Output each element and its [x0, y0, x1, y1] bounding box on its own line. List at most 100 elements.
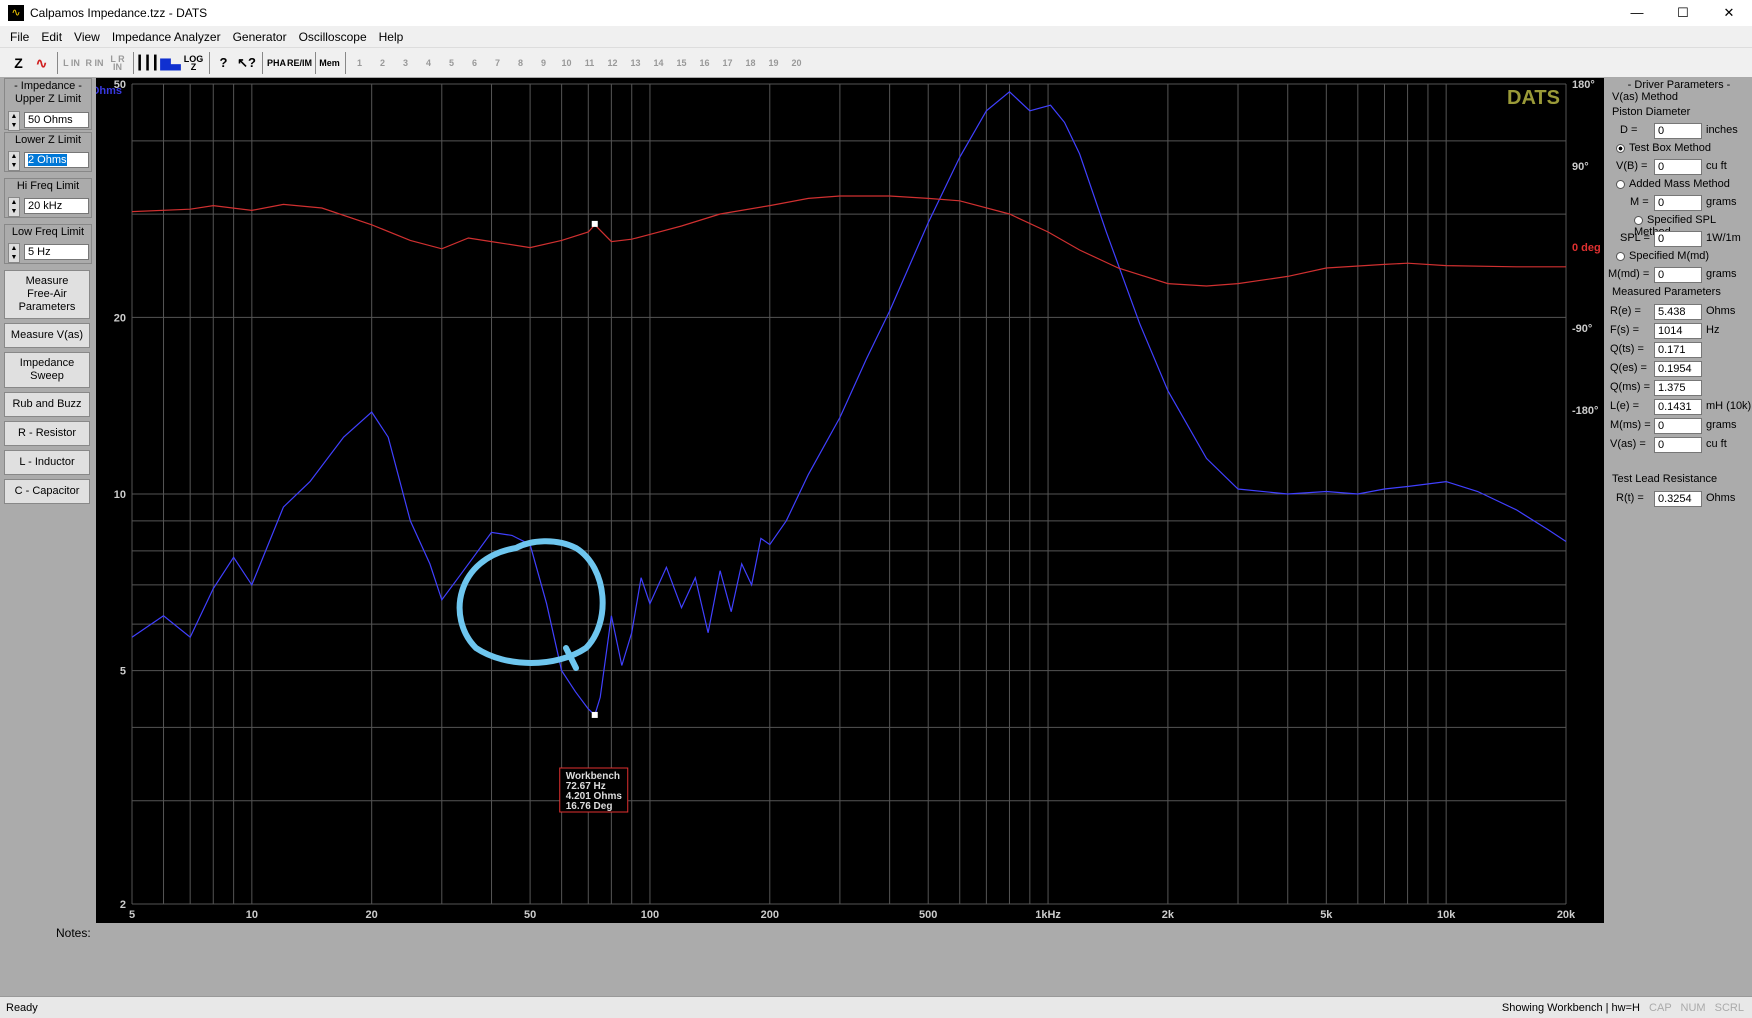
menu-bar: File Edit View Impedance Analyzer Genera… [0, 26, 1752, 48]
measured-value[interactable]: 5.438 [1654, 304, 1702, 320]
measured-value[interactable]: 1.375 [1654, 380, 1702, 396]
measured-value[interactable]: 0.171 [1654, 342, 1702, 358]
title-bar: ∿ Calpamos Impedance.tzz - DATS — ☐ ✕ [0, 0, 1752, 26]
test-box-radio[interactable]: Test Box Method [1616, 142, 1711, 160]
status-workbench: Showing Workbench | hw=H [1501, 1001, 1640, 1014]
capacitor-button[interactable]: C - Capacitor [4, 479, 90, 504]
rt-unit: Ohms [1706, 492, 1736, 504]
measured-params-title: Measured Parameters [1612, 286, 1721, 298]
menu-edit[interactable]: Edit [35, 30, 68, 44]
mem-slot-16[interactable]: 16 [694, 52, 715, 74]
grid-lines-icon[interactable]: ┃┃┃ [136, 52, 159, 74]
low-freq-spinner[interactable]: ▲ ▼ [8, 243, 20, 263]
low-freq-label: Low Freq Limit [11, 226, 85, 238]
spl-method-radio[interactable]: Specified SPL Method [1634, 214, 1752, 238]
hi-freq-spinner[interactable]: ▲ ▼ [8, 197, 20, 217]
menu-file[interactable]: File [4, 30, 35, 44]
mem-slot-14[interactable]: 14 [648, 52, 669, 74]
mem-slot-9[interactable]: 9 [533, 52, 554, 74]
measured-value[interactable]: 1014 [1654, 323, 1702, 339]
re-im-button[interactable]: RE/IM [287, 52, 312, 74]
minimize-button[interactable]: — [1614, 0, 1660, 26]
impedance-mode-button[interactable]: Z [8, 52, 29, 74]
maximize-button[interactable]: ☐ [1660, 0, 1706, 26]
rub-and-buzz-button[interactable]: Rub and Buzz [4, 392, 90, 417]
x-tick-label: 200 [761, 909, 779, 921]
spl-field[interactable]: 0 [1654, 231, 1702, 247]
mem-slot-6[interactable]: 6 [464, 52, 485, 74]
context-help-icon[interactable]: ↖? [236, 52, 257, 74]
impedance-curve [131, 91, 1567, 717]
menu-impedance-analyzer[interactable]: Impedance Analyzer [106, 30, 227, 44]
mem-slot-7[interactable]: 7 [487, 52, 508, 74]
hi-freq-field[interactable]: 20 kHz [24, 198, 89, 214]
measured-label: R(e) = [1610, 305, 1641, 317]
l-in-icon[interactable]: L IN [61, 52, 82, 74]
lower-z-field[interactable]: 2 Ohms [24, 152, 89, 168]
upper-z-spinner[interactable]: ▲ ▼ [8, 111, 20, 131]
y-left-tick-label: 5 [120, 666, 126, 678]
measure-vas-button[interactable]: Measure V(as) [4, 323, 90, 348]
mem-slot-12[interactable]: 12 [602, 52, 623, 74]
impedance-plot[interactable]: 51020501002005001kHz2k5k10k20k50201052Oh… [91, 78, 1604, 923]
y-left-tick-label: 10 [114, 489, 126, 501]
mem-slot-8[interactable]: 8 [510, 52, 531, 74]
impedance-chart[interactable]: 51020501002005001kHz2k5k10k20k50201052Oh… [91, 78, 1604, 923]
impedance-sweep-button[interactable]: Impedance Sweep [4, 352, 90, 388]
low-freq-field[interactable]: 5 Hz [24, 244, 89, 260]
lower-z-spinner[interactable]: ▲ ▼ [8, 151, 20, 171]
menu-view[interactable]: View [68, 30, 106, 44]
mem-slot-13[interactable]: 13 [625, 52, 646, 74]
mmd-field[interactable]: 0 [1654, 267, 1702, 283]
mem-slot-4[interactable]: 4 [418, 52, 439, 74]
status-ready: Ready [6, 1001, 38, 1014]
mem-slot-11[interactable]: 11 [579, 52, 600, 74]
upper-z-label: Upper Z Limit [14, 93, 82, 105]
lr-in-icon[interactable]: L R IN [107, 52, 128, 74]
mem-slot-10[interactable]: 10 [556, 52, 577, 74]
m-label: M = [1630, 196, 1649, 208]
menu-oscilloscope[interactable]: Oscilloscope [293, 30, 373, 44]
mem-button[interactable]: Mem [319, 52, 340, 74]
measured-value[interactable]: 0 [1654, 418, 1702, 434]
rt-field[interactable]: 0.3254 [1654, 491, 1702, 507]
spl-unit: 1W/1m [1706, 232, 1741, 244]
d-field[interactable]: 0 [1654, 123, 1702, 139]
mem-slot-5[interactable]: 5 [441, 52, 462, 74]
menu-help[interactable]: Help [373, 30, 410, 44]
mem-slot-2[interactable]: 2 [372, 52, 393, 74]
mem-slot-1[interactable]: 1 [349, 52, 370, 74]
phase-button[interactable]: PHA [266, 52, 287, 74]
mem-slot-17[interactable]: 17 [717, 52, 738, 74]
mmd-radio[interactable]: Specified M(md) [1616, 250, 1709, 268]
measured-value[interactable]: 0 [1654, 437, 1702, 453]
measure-free-air-button[interactable]: Measure Free-Air Parameters [4, 270, 90, 319]
added-mass-radio[interactable]: Added Mass Method [1616, 178, 1730, 196]
y-left-tick-label: 20 [114, 312, 126, 324]
mem-slot-3[interactable]: 3 [395, 52, 416, 74]
panel-title: - Impedance - [14, 80, 82, 92]
measured-value[interactable]: 0.1431 [1654, 399, 1702, 415]
measured-label: M(ms) = [1610, 419, 1651, 431]
menu-generator[interactable]: Generator [227, 30, 293, 44]
close-button[interactable]: ✕ [1706, 0, 1752, 26]
inductor-button[interactable]: L - Inductor [4, 450, 90, 475]
resistor-button[interactable]: R - Resistor [4, 421, 90, 446]
m-field[interactable]: 0 [1654, 195, 1702, 211]
upper-z-field[interactable]: 50 Ohms [24, 112, 89, 128]
sine-wave-icon[interactable]: ∿ [31, 52, 52, 74]
measured-value[interactable]: 0.1954 [1654, 361, 1702, 377]
x-tick-label: 20k [1557, 909, 1576, 921]
spl-label: SPL = [1620, 232, 1650, 244]
bar-chart-icon[interactable]: ▆▃ [160, 52, 181, 74]
mem-slot-19[interactable]: 19 [763, 52, 784, 74]
help-icon[interactable]: ? [213, 52, 234, 74]
vb-field[interactable]: 0 [1654, 159, 1702, 175]
notes-label: Notes: [56, 926, 91, 940]
log-scale-icon[interactable]: LOG Z [183, 52, 204, 74]
r-in-icon[interactable]: R IN [84, 52, 105, 74]
mem-slot-18[interactable]: 18 [740, 52, 761, 74]
mmd-method-label: Specified M(md) [1629, 250, 1710, 262]
mem-slot-20[interactable]: 20 [786, 52, 807, 74]
mem-slot-15[interactable]: 15 [671, 52, 692, 74]
